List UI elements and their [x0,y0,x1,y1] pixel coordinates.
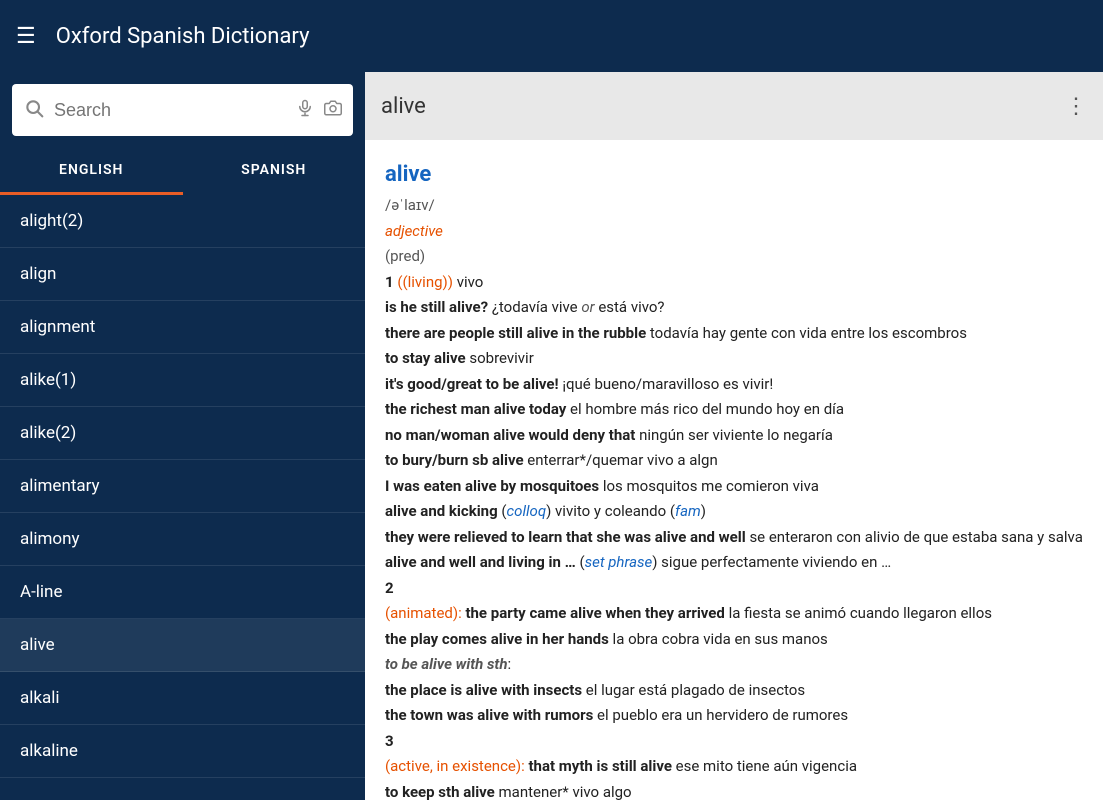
list-item[interactable]: alkali [0,672,365,725]
microphone-icon[interactable] [296,99,314,122]
app-title: Oxford Spanish Dictionary [56,24,310,49]
dict-sense-2: 2 (animated): the party came alive when … [385,576,1083,729]
dict-sense-1: 1 ((living)) vivo is he still alive? ¿to… [385,270,1083,576]
dict-headword: alive [385,156,1083,193]
dictionary-content: alive /əˈlaɪv/ adjective (pred) 1 ((livi… [365,140,1103,800]
dict-body: 1 ((living)) vivo is he still alive? ¿to… [385,270,1083,800]
more-options-icon[interactable]: ⋮ [1065,94,1087,119]
list-item[interactable]: alight(2) [0,195,365,248]
list-item[interactable]: alimentary [0,460,365,513]
dict-phonetic: /əˈlaɪv/ [385,193,1083,219]
right-header: alive ⋮ [365,72,1103,140]
search-icon [24,98,44,123]
list-item[interactable]: alignment [0,301,365,354]
word-list: alight(2) align alignment alike(1) alike… [0,195,365,800]
list-item[interactable]: alike(1) [0,354,365,407]
app-header: ☰ Oxford Spanish Dictionary [0,0,1103,72]
list-item[interactable]: A-line [0,566,365,619]
camera-icon[interactable] [324,99,342,122]
main-layout: ENGLISH SPANISH alight(2) align alignmen… [0,72,1103,800]
list-item[interactable]: align [0,248,365,301]
list-item[interactable]: alike(2) [0,407,365,460]
search-input[interactable] [54,100,286,121]
right-search-word: alive [381,94,1065,119]
dict-pos-line: adjective [385,219,1083,245]
menu-icon[interactable]: ☰ [16,24,36,49]
left-panel: ENGLISH SPANISH alight(2) align alignmen… [0,72,365,800]
tab-english[interactable]: ENGLISH [0,148,183,195]
right-panel: alive ⋮ alive /əˈlaɪv/ adjective (pred) … [365,72,1103,800]
language-tabs: ENGLISH SPANISH [0,148,365,195]
list-item[interactable]: alimony [0,513,365,566]
dict-sense-3: 3 (active, in existence): that myth is s… [385,729,1083,800]
list-item[interactable]: alkaline [0,725,365,778]
tab-spanish[interactable]: SPANISH [183,148,366,195]
dict-label: (pred) [385,244,1083,270]
list-item-alive[interactable]: alive [0,619,365,672]
search-bar [12,84,353,136]
